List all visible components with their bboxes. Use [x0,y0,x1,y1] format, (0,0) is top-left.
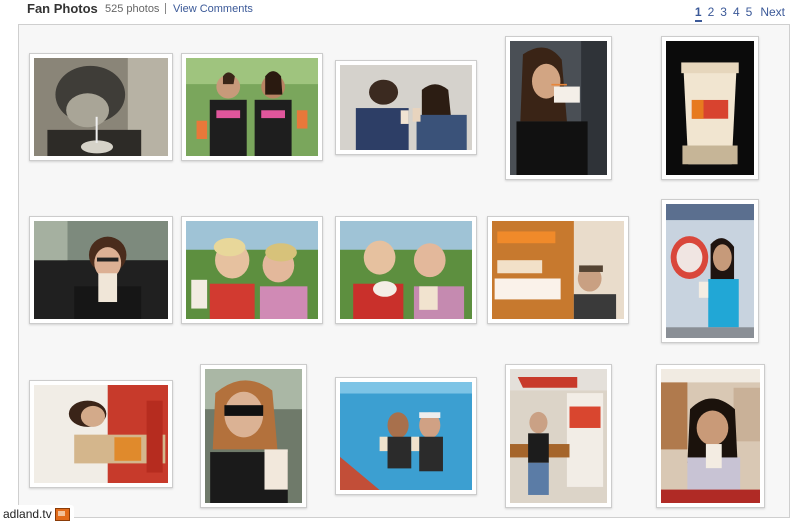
photo-bw-girl-straw [34,58,168,156]
photo-thumbnail[interactable] [29,53,173,161]
photo-thumbnail[interactable] [335,60,477,155]
photo-thumbnail[interactable] [505,364,612,508]
photo-thumbnail[interactable] [29,380,173,488]
next-page-link[interactable]: Next [760,5,785,22]
photo-thumbnail[interactable] [181,53,323,161]
photo-child-shop [661,369,760,503]
photo-girl-glasses-car [34,221,168,319]
photo-two-girls-shirts [186,58,318,156]
photo-thumbnail[interactable] [487,216,629,324]
photo-thumbnail[interactable] [505,36,612,180]
photo-thumbnail[interactable] [335,377,477,495]
photo-thumbnail[interactable] [661,36,759,180]
photo-thumbnail[interactable] [29,216,173,324]
tv-icon [54,507,70,521]
photo-mother-son-1 [186,221,318,319]
photos-header: Fan Photos 525 photos View Comments 1 2 … [0,0,800,22]
page-link-1[interactable]: 1 [694,5,702,22]
photo-girl-car-straw [510,41,607,175]
photo-count: 525 photos [105,3,160,15]
page-link-3[interactable]: 3 [720,5,727,22]
page-link-2[interactable]: 2 [708,5,715,22]
view-comments-link[interactable]: View Comments [173,3,253,15]
photo-thumbnail[interactable] [181,216,323,324]
page-link-4[interactable]: 4 [733,5,740,22]
photo-thumbnail[interactable] [335,216,477,324]
photo-coolatta-sign [492,221,624,319]
watermark-text: adland.tv [3,507,52,521]
photo-bench-woman [510,369,607,503]
pagination: 1 2 3 4 5 Next [694,5,785,22]
photo-dunkin-cup [666,41,754,175]
header-divider [165,3,166,14]
photo-pool-friends [340,382,472,490]
photo-sunglasses-woman [205,369,302,503]
photo-girl-storefront [666,204,754,338]
photo-thumbnail[interactable] [661,199,759,343]
photo-thumbnail[interactable] [656,364,765,508]
section-title: Fan Photos [27,1,98,16]
photo-thumbnail[interactable] [200,364,307,508]
photo-couple-drinks [340,65,472,150]
photo-mother-son-2 [340,221,472,319]
page-link-5[interactable]: 5 [746,5,753,22]
photo-grid [18,24,790,518]
photo-giant-cup-rotated [34,385,168,483]
adland-watermark: adland.tv [0,505,74,523]
